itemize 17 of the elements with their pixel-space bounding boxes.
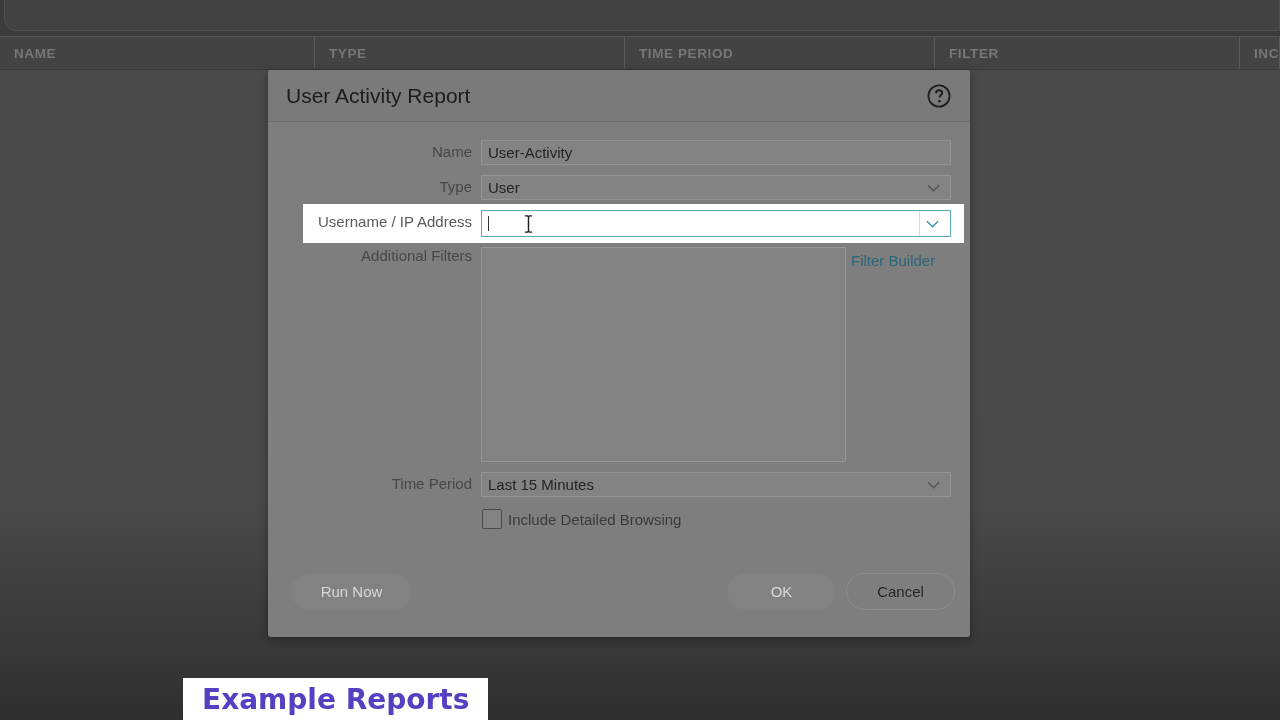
field-label: Type <box>439 178 472 195</box>
dropdown-field[interactable]: User <box>481 175 951 200</box>
text-caret-icon <box>488 216 489 231</box>
help-icon[interactable] <box>927 83 951 108</box>
text-field[interactable]: User-Activity <box>481 140 951 165</box>
dropdown-field[interactable]: Last 15 Minutes <box>481 472 951 497</box>
chevron-down-icon[interactable] <box>927 480 940 489</box>
combo-field[interactable] <box>481 210 951 237</box>
ibeam-pointer-icon <box>524 215 533 233</box>
field-label: Username / IP Address <box>318 213 472 230</box>
chevron-down-icon[interactable] <box>926 220 939 228</box>
dialog-title: User Activity Report <box>286 83 471 108</box>
checkbox[interactable] <box>482 509 502 529</box>
filter-builder-link[interactable]: Filter Builder <box>851 252 936 269</box>
checkbox-label[interactable]: Include Detailed Browsing <box>508 510 682 528</box>
chevron-down-icon[interactable] <box>927 183 940 192</box>
caption-banner: Example Reports <box>183 678 489 720</box>
